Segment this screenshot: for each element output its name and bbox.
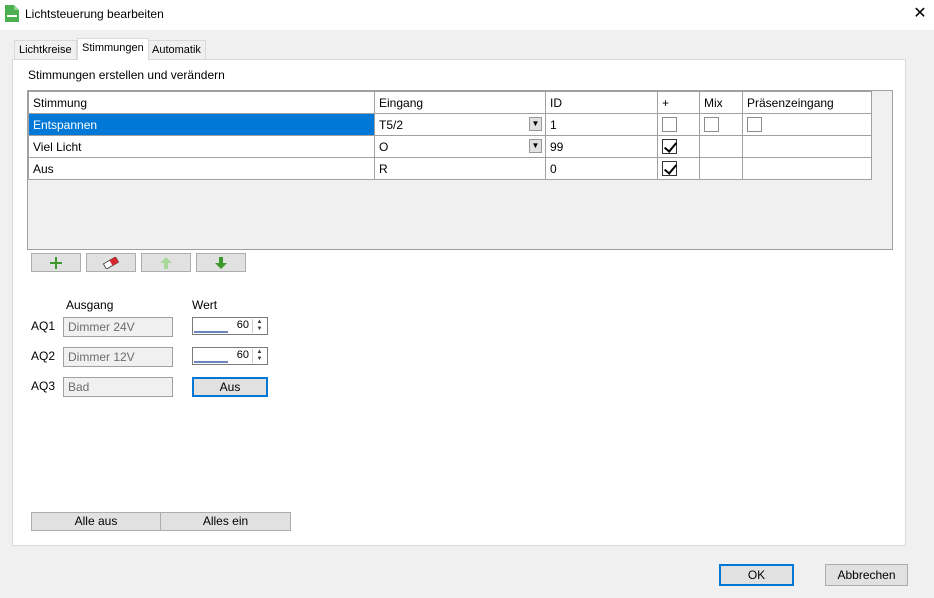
tab-lichtkreise[interactable]: Lichtkreise: [14, 40, 77, 59]
dropdown-arrow-icon[interactable]: ▼: [529, 117, 542, 131]
output-label-aq2: AQ2: [31, 349, 56, 363]
checkbox-praesenz[interactable]: [747, 117, 762, 133]
close-icon[interactable]: ✕: [910, 5, 930, 25]
table-row[interactable]: Viel Licht O ▼ 99: [28, 135, 872, 158]
cell-mix-empty: [699, 157, 743, 180]
ok-button[interactable]: OK: [719, 564, 794, 586]
stimmungen-grid[interactable]: Stimmung Eingang ID + Mix Präsenzeingang…: [27, 90, 893, 250]
cell-mix-empty: [699, 135, 743, 158]
cell-eingang-value: O: [379, 139, 389, 154]
column-label-wert: Wert: [192, 298, 218, 312]
cell-praesenz-empty: [742, 135, 872, 158]
spinner-arrows-icon[interactable]: ▲ ▼: [252, 319, 266, 333]
cell-eingang-combo[interactable]: O ▼: [374, 135, 546, 158]
level-bar: [194, 331, 228, 333]
add-button[interactable]: [31, 253, 81, 272]
tab-stimmungen[interactable]: Stimmungen: [77, 38, 149, 60]
value-spinner-aq1[interactable]: 60 ▲ ▼: [192, 317, 268, 335]
checkbox-plus[interactable]: [662, 117, 677, 133]
column-header-stimmung[interactable]: Stimmung: [28, 91, 375, 114]
cancel-button[interactable]: Abbrechen: [825, 564, 908, 586]
table-row[interactable]: Entspannen T5/2 ▼ 1: [28, 113, 872, 136]
window-title: Lichtsteuerung bearbeiten: [25, 7, 164, 21]
cell-stimmung[interactable]: Entspannen: [28, 113, 375, 136]
column-header-eingang[interactable]: Eingang: [374, 91, 546, 114]
cell-stimmung[interactable]: Viel Licht: [28, 135, 375, 158]
column-header-plus[interactable]: +: [657, 91, 700, 114]
arrow-up-icon: [160, 256, 172, 269]
plus-icon: [50, 256, 62, 269]
toggle-aus-button[interactable]: Aus: [192, 377, 268, 397]
move-up-button[interactable]: [141, 253, 191, 272]
level-bar: [194, 361, 228, 363]
dropdown-arrow-icon[interactable]: ▼: [529, 139, 542, 153]
column-header-praesenzeingang[interactable]: Präsenzeingang: [742, 91, 872, 114]
all-off-button[interactable]: Alle aus: [31, 512, 161, 531]
checkbox-plus[interactable]: [662, 161, 677, 177]
column-header-mix[interactable]: Mix: [699, 91, 743, 114]
spinner-arrows-icon[interactable]: ▲ ▼: [252, 349, 266, 363]
cell-eingang-value[interactable]: R: [374, 157, 546, 180]
checkbox-mix[interactable]: [704, 117, 719, 133]
output-label-aq1: AQ1: [31, 319, 56, 333]
app-logo-icon: [5, 5, 19, 22]
table-row[interactable]: Aus R 0: [28, 157, 872, 180]
section-title: Stimmungen erstellen und verändern: [28, 68, 225, 82]
cell-eingang-value: T5/2: [379, 117, 404, 132]
output-name-field-aq2: Dimmer 12V: [63, 347, 173, 367]
cell-stimmung[interactable]: Aus: [28, 157, 375, 180]
output-label-aq3: AQ3: [31, 379, 56, 393]
output-name-field-aq3: Bad: [63, 377, 173, 397]
move-down-button[interactable]: [196, 253, 246, 272]
column-label-ausgang: Ausgang: [66, 298, 114, 312]
cell-praesenz-empty: [742, 157, 872, 180]
grid-header: Stimmung Eingang ID + Mix Präsenzeingang: [28, 91, 872, 114]
cell-id[interactable]: 99: [545, 135, 658, 158]
spinner-value: 60: [236, 349, 249, 361]
delete-button[interactable]: [86, 253, 136, 272]
title-bar: Lichtsteuerung bearbeiten ✕: [0, 0, 934, 30]
tab-automatik[interactable]: Automatik: [147, 40, 206, 59]
output-name-field-aq1: Dimmer 24V: [63, 317, 173, 337]
all-on-button[interactable]: Alles ein: [160, 512, 291, 531]
column-header-id[interactable]: ID: [545, 91, 658, 114]
arrow-down-icon: [215, 256, 227, 269]
cell-eingang-combo[interactable]: T5/2 ▼: [374, 113, 546, 136]
eraser-icon: [102, 256, 120, 269]
cell-id[interactable]: 1: [545, 113, 658, 136]
checkbox-plus[interactable]: [662, 139, 677, 155]
value-spinner-aq2[interactable]: 60 ▲ ▼: [192, 347, 268, 365]
spinner-value: 60: [236, 319, 249, 331]
cell-id[interactable]: 0: [545, 157, 658, 180]
